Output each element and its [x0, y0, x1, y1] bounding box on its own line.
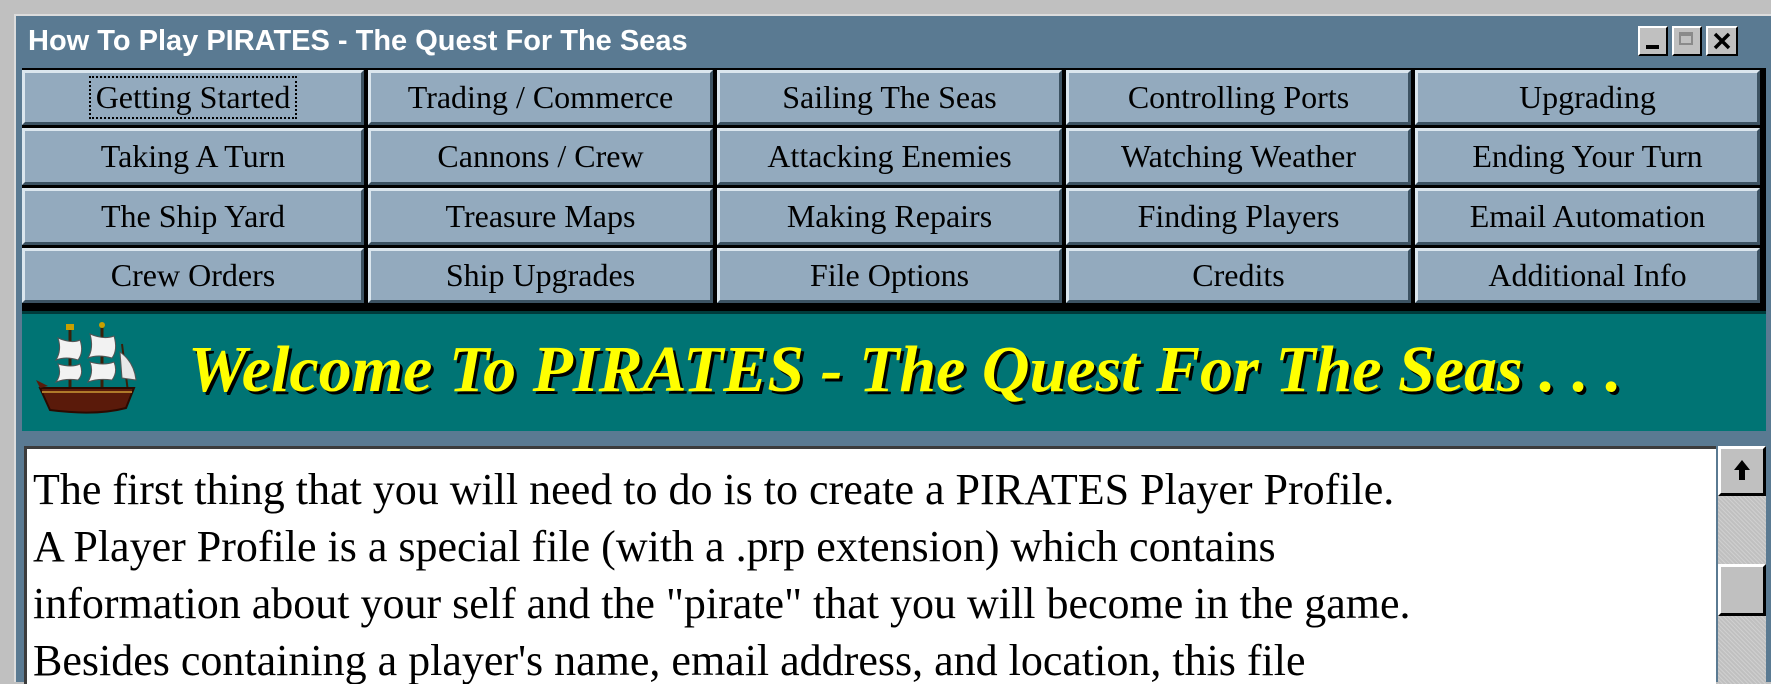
topic-button-sailing-the-seas[interactable]: Sailing The Seas	[717, 70, 1062, 125]
topic-button-credits[interactable]: Credits	[1066, 248, 1411, 303]
topic-button-trading-commerce[interactable]: Trading / Commerce	[368, 70, 713, 125]
topic-button-the-ship-yard[interactable]: The Ship Yard	[22, 188, 364, 245]
topic-button-grid: Getting Started Trading / Commerce Saili…	[22, 68, 1766, 311]
topic-label: Sailing The Seas	[782, 79, 997, 115]
topic-button-ending-your-turn[interactable]: Ending Your Turn	[1415, 128, 1760, 185]
topic-button-getting-started[interactable]: Getting Started	[22, 70, 364, 125]
topic-label: Taking A Turn	[100, 138, 286, 174]
topic-button-watching-weather[interactable]: Watching Weather	[1066, 128, 1411, 185]
topic-label: Watching Weather	[1120, 138, 1357, 174]
pirate-ship-icon	[36, 322, 137, 414]
topic-button-finding-players[interactable]: Finding Players	[1066, 188, 1411, 245]
topic-button-making-repairs[interactable]: Making Repairs	[717, 188, 1062, 245]
welcome-banner: Welcome To PIRATES - The Quest For The S…	[22, 311, 1766, 431]
topic-button-email-automation[interactable]: Email Automation	[1415, 188, 1760, 245]
topic-label: Treasure Maps	[445, 198, 636, 234]
help-line: information about your self and the "pir…	[33, 579, 1411, 628]
topic-label: File Options	[809, 257, 970, 293]
topic-button-file-options[interactable]: File Options	[717, 248, 1062, 303]
topic-label: Finding Players	[1137, 198, 1340, 234]
topic-label: Upgrading	[1519, 79, 1656, 115]
topic-label: Ending Your Turn	[1472, 138, 1703, 174]
topic-label: Additional Info	[1488, 257, 1687, 293]
maximize-button[interactable]	[1672, 26, 1702, 56]
scroll-thumb[interactable]	[1718, 564, 1766, 616]
topic-button-crew-orders[interactable]: Crew Orders	[22, 248, 364, 303]
topic-label: Email Automation	[1469, 198, 1706, 234]
topic-label: Trading / Commerce	[407, 79, 674, 115]
topic-button-additional-info[interactable]: Additional Info	[1415, 248, 1760, 303]
topic-button-attacking-enemies[interactable]: Attacking Enemies	[717, 128, 1062, 185]
help-line: The first thing that you will need to do…	[33, 465, 1395, 514]
vertical-scrollbar[interactable]	[1718, 446, 1766, 684]
minimize-button[interactable]	[1638, 26, 1668, 56]
topic-label: Crew Orders	[110, 257, 276, 293]
topic-label: The Ship Yard	[100, 198, 285, 234]
help-line: Besides containing a player's name, emai…	[33, 636, 1306, 684]
topic-label: Getting Started	[88, 76, 298, 119]
help-line: A Player Profile is a special file (with…	[33, 522, 1276, 571]
topic-label: Making Repairs	[786, 198, 993, 234]
title-bar[interactable]: How To Play PIRATES - The Quest For The …	[16, 16, 1771, 64]
topic-button-treasure-maps[interactable]: Treasure Maps	[368, 188, 713, 245]
topic-label: Attacking Enemies	[767, 138, 1012, 174]
help-text-area[interactable]: The first thing that you will need to do…	[24, 446, 1716, 684]
topic-label: Cannons / Crew	[437, 138, 644, 174]
topic-label: Controlling Ports	[1127, 79, 1350, 115]
welcome-heading: Welcome To PIRATES - The Quest For The S…	[188, 333, 1622, 406]
close-button[interactable]	[1706, 26, 1738, 56]
topic-button-taking-a-turn[interactable]: Taking A Turn	[22, 128, 364, 185]
topic-button-upgrading[interactable]: Upgrading	[1415, 70, 1760, 125]
help-paragraph: The first thing that you will need to do…	[27, 449, 1716, 684]
topic-button-cannons-crew[interactable]: Cannons / Crew	[368, 128, 713, 185]
topic-button-controlling-ports[interactable]: Controlling Ports	[1066, 70, 1411, 125]
topic-button-ship-upgrades[interactable]: Ship Upgrades	[368, 248, 713, 303]
close-icon	[1713, 32, 1731, 50]
window-title: How To Play PIRATES - The Quest For The …	[28, 25, 688, 57]
scroll-up-button[interactable]	[1718, 446, 1766, 496]
arrow-up-icon	[1734, 460, 1750, 480]
topic-label: Credits	[1192, 257, 1285, 293]
help-window: How To Play PIRATES - The Quest For The …	[14, 14, 1771, 684]
topic-label: Ship Upgrades	[445, 257, 636, 293]
